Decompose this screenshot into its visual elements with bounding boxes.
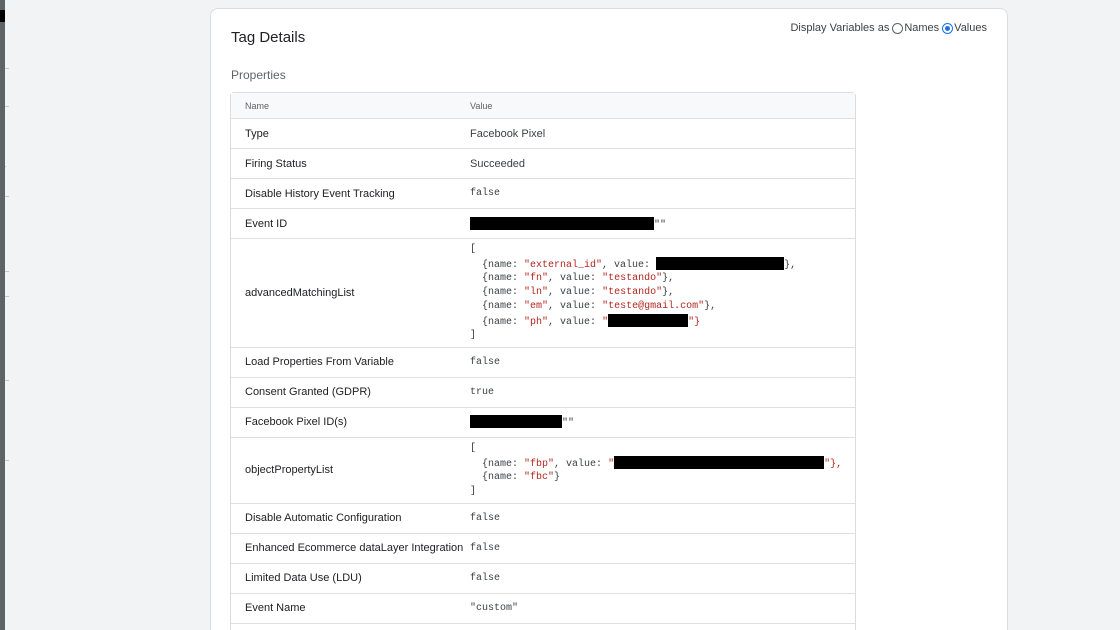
property-value: true xyxy=(470,376,855,407)
table-row: Facebook Pixel ID(s) "" xyxy=(231,406,855,437)
table-row: Event Name "custom" xyxy=(231,592,855,623)
table-row: Type Facebook Pixel xyxy=(231,118,855,148)
property-name: customEventName xyxy=(231,622,470,630)
event-id-quotes: "" xyxy=(654,219,667,231)
display-variables-label: Display Variables as xyxy=(790,22,890,34)
property-name: Firing Status xyxy=(231,148,470,178)
property-value: false xyxy=(470,562,855,593)
property-name: Consent Granted (GDPR) xyxy=(231,376,470,407)
edge-divider xyxy=(5,196,9,197)
redacted-value xyxy=(608,313,689,327)
property-name: Event ID xyxy=(231,208,470,238)
edge-glyph: I xyxy=(0,331,4,343)
edge-divider xyxy=(5,380,9,381)
redacted-value xyxy=(614,455,825,469)
properties-table: Name Value Type Facebook Pixel Firing St… xyxy=(230,92,856,630)
property-name: objectPropertyList xyxy=(231,436,470,503)
property-name: advancedMatchingList xyxy=(231,238,470,347)
edge-glyph: v xyxy=(0,163,6,175)
property-value: Succeeded xyxy=(470,148,855,178)
table-row: Event ID "" xyxy=(231,208,855,238)
card-title: Tag Details xyxy=(231,29,306,46)
redacted-value xyxy=(656,256,785,270)
names-radio-label[interactable]: Names xyxy=(904,22,939,34)
property-name: Type xyxy=(231,118,470,148)
table-row: Disable Automatic Configuration false xyxy=(231,502,855,533)
table-row: Disable History Event Tracking false xyxy=(231,178,855,208)
table-row: Limited Data Use (LDU) false xyxy=(231,562,855,593)
name-column-header: Name xyxy=(231,93,470,118)
property-value: "" xyxy=(470,406,855,437)
property-value xyxy=(470,622,855,630)
property-name: Enhanced Ecommerce dataLayer Integration xyxy=(231,532,470,563)
edge-divider xyxy=(5,68,9,69)
property-value: false xyxy=(470,502,855,533)
property-value: false xyxy=(470,346,855,377)
property-value: "" xyxy=(470,208,855,238)
property-name: Facebook Pixel ID(s) xyxy=(231,406,470,437)
property-value: [ {name: "external_id", value: }, {name:… xyxy=(470,238,855,347)
table-row: advancedMatchingList [ {name: "external_… xyxy=(231,238,855,347)
property-name: Disable Automatic Configuration xyxy=(231,502,470,533)
table-row: Load Properties From Variable false xyxy=(231,346,855,377)
display-variables-toggle: Display Variables as Names Values xyxy=(790,22,987,34)
table-row: customEventName xyxy=(231,622,855,630)
redacted-value xyxy=(470,415,562,429)
redacted-value xyxy=(470,216,654,231)
left-window-edge xyxy=(0,0,5,630)
property-value: "custom" xyxy=(470,592,855,623)
property-name: Disable History Event Tracking xyxy=(231,178,470,208)
values-radio[interactable] xyxy=(942,22,954,34)
pixel-id-quotes: "" xyxy=(562,418,575,430)
tag-details-card: Tag Details Display Variables as Names V… xyxy=(210,8,1008,630)
property-value: false xyxy=(470,178,855,208)
property-name: Load Properties From Variable xyxy=(231,346,470,377)
property-value: [ {name: "fbp", value: " "}, {name: "fbc"… xyxy=(470,436,855,503)
table-row: Enhanced Ecommerce dataLayer Integration… xyxy=(231,532,855,563)
edge-mark xyxy=(0,10,5,22)
table-header-row: Name Value xyxy=(231,93,855,118)
table-row: objectPropertyList [ {name: "fbp", value… xyxy=(231,436,855,503)
table-row: Consent Granted (GDPR) true xyxy=(231,376,855,407)
property-value: false xyxy=(470,532,855,563)
property-name: Event Name xyxy=(231,592,470,623)
property-value: Facebook Pixel xyxy=(470,118,855,148)
edge-divider xyxy=(5,106,9,107)
edge-divider xyxy=(5,460,9,461)
properties-section-label: Properties xyxy=(231,68,286,82)
property-name: Limited Data Use (LDU) xyxy=(231,562,470,593)
values-radio-label[interactable]: Values xyxy=(954,22,987,34)
edge-divider xyxy=(5,271,9,272)
names-radio[interactable] xyxy=(892,22,904,34)
edge-divider xyxy=(5,296,9,297)
table-row: Firing Status Succeeded xyxy=(231,148,855,178)
value-column-header: Value xyxy=(470,93,855,118)
